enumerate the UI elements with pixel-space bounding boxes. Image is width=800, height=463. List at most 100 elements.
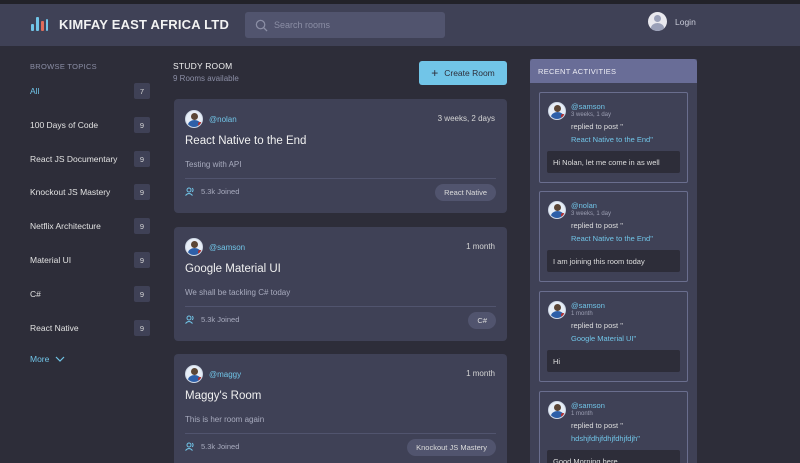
host-username: @samson	[209, 242, 246, 252]
room-time: 3 weeks, 2 days	[437, 114, 495, 123]
room-name[interactable]: Maggy's Room	[185, 390, 261, 402]
room-name[interactable]: React Native to the End	[185, 135, 306, 147]
topic-name: All	[30, 86, 40, 96]
activity-message: Good Morning here	[547, 450, 680, 463]
activity-action: replied to post "	[571, 321, 623, 330]
topic-item-csharp[interactable]: C# 9	[30, 285, 150, 303]
avatar	[185, 365, 203, 383]
room-host[interactable]: @maggy	[185, 365, 241, 383]
room-participants: 5.3k Joined	[185, 187, 239, 196]
users-icon	[185, 187, 194, 196]
room-description: This is her room again	[185, 415, 265, 424]
room-card[interactable]: @nolan 3 weeks, 2 days React Native to t…	[174, 99, 507, 213]
topic-count-badge: 9	[134, 218, 150, 234]
topic-count-badge: 9	[134, 117, 150, 133]
more-label: More	[30, 354, 50, 364]
activity-time: 3 weeks, 1 day	[571, 112, 612, 118]
divider	[185, 433, 496, 434]
activity-item: @nolan 3 weeks, 1 day replied to post " …	[539, 191, 688, 282]
room-description: We shall be tackling C# today	[185, 288, 291, 297]
study-room-heading: STUDY ROOM	[173, 61, 233, 71]
search-bar[interactable]	[245, 12, 445, 38]
avatar[interactable]	[548, 201, 566, 219]
topic-count-badge: 7	[134, 83, 150, 99]
topic-name: C#	[30, 289, 41, 299]
activity-message: I am joining this room today	[547, 250, 680, 272]
activity-username[interactable]: @nolan	[571, 201, 597, 210]
recent-activities-panel: RECENT ACTIVITIES @samson 3 weeks, 1 day…	[530, 59, 697, 463]
topic-name: 100 Days of Code	[30, 120, 99, 130]
room-host[interactable]: @samson	[185, 238, 245, 256]
room-participants: 5.3k Joined	[185, 442, 239, 451]
room-card[interactable]: @maggy 1 month Maggy's Room This is her …	[174, 354, 507, 463]
room-topic-tag[interactable]: Knockout JS Mastery	[407, 439, 496, 456]
room-name[interactable]: Google Material UI	[185, 263, 281, 275]
browse-topics-heading: BROWSE TOPICS	[30, 62, 97, 71]
activity-username[interactable]: @samson	[571, 401, 605, 410]
room-host[interactable]: @nolan	[185, 110, 237, 128]
users-icon	[185, 442, 194, 451]
room-card[interactable]: @samson 1 month Google Material UI We sh…	[174, 227, 507, 341]
activity-post-link[interactable]: React Native to the End"	[571, 234, 653, 243]
host-username: @nolan	[209, 114, 237, 124]
topic-name: React JS Documentary	[30, 154, 118, 164]
avatar[interactable]	[548, 301, 566, 319]
topic-count-badge: 9	[134, 286, 150, 302]
activity-message: Hi	[547, 350, 680, 372]
avatar	[185, 110, 203, 128]
topic-count-badge: 9	[134, 320, 150, 336]
activity-message: Hi Nolan, let me come in as well	[547, 151, 680, 173]
divider	[185, 178, 496, 179]
topic-item-netflix-architecture[interactable]: Netflix Architecture 9	[30, 217, 150, 235]
joined-count: 5.3k Joined	[201, 187, 240, 196]
activity-username[interactable]: @samson	[571, 102, 605, 111]
activity-post-link[interactable]: React Native to the End"	[571, 135, 653, 144]
topic-item-100-days-of-code[interactable]: 100 Days of Code 9	[30, 116, 150, 134]
topic-item-material-ui[interactable]: Material UI 9	[30, 251, 150, 269]
topic-item-react-native[interactable]: React Native 9	[30, 319, 150, 337]
topic-count-badge: 9	[134, 151, 150, 167]
divider	[185, 306, 496, 307]
chevron-down-icon	[55, 356, 65, 362]
search-icon	[255, 19, 268, 32]
more-topics-button[interactable]: More	[30, 354, 65, 364]
activity-time: 1 month	[571, 411, 593, 417]
create-room-label: Create Room	[444, 68, 495, 78]
room-topic-tag[interactable]: React Native	[435, 184, 496, 201]
topic-name: Netflix Architecture	[30, 221, 101, 231]
activity-item: @samson 1 month replied to post " hdshjf…	[539, 391, 688, 463]
room-time: 1 month	[466, 242, 495, 251]
search-input[interactable]	[274, 20, 434, 30]
plus-icon: +	[431, 66, 439, 80]
topic-count-badge: 9	[134, 252, 150, 268]
activity-post-link[interactable]: hdshjfdhjfdhjfdhjfdjh"	[571, 434, 640, 443]
brand-name[interactable]: KIMFAY EAST AFRICA LTD	[59, 17, 229, 32]
topic-item-react-js-documentary[interactable]: React JS Documentary 9	[30, 150, 150, 168]
avatar[interactable]	[548, 102, 566, 120]
topic-item-all[interactable]: All 7	[30, 82, 150, 100]
activity-time: 1 month	[571, 311, 593, 317]
topic-name: React Native	[30, 323, 79, 333]
avatar	[185, 238, 203, 256]
top-navbar: KIMFAY EAST AFRICA LTD Login	[0, 4, 800, 46]
avatar[interactable]	[548, 401, 566, 419]
room-topic-tag[interactable]: C#	[468, 312, 496, 329]
login-label: Login	[675, 16, 696, 27]
room-participants: 5.3k Joined	[185, 315, 239, 324]
rooms-available-count: 9 Rooms available	[173, 74, 239, 83]
activity-action: replied to post "	[571, 221, 623, 230]
login-link[interactable]: Login	[648, 12, 696, 31]
create-room-button[interactable]: + Create Room	[419, 61, 507, 85]
users-icon	[185, 315, 194, 324]
topic-item-knockout-js-mastery[interactable]: Knockout JS Mastery 9	[30, 183, 150, 201]
activity-time: 3 weeks, 1 day	[571, 211, 612, 217]
logo-icon[interactable]	[31, 17, 48, 31]
activity-username[interactable]: @samson	[571, 301, 605, 310]
activity-item: @samson 1 month replied to post " Google…	[539, 291, 688, 382]
joined-count: 5.3k Joined	[201, 442, 240, 451]
topic-count-badge: 9	[134, 184, 150, 200]
topic-name: Material UI	[30, 255, 72, 265]
activity-action: replied to post "	[571, 122, 623, 131]
room-description: Testing with API	[185, 160, 242, 169]
activity-post-link[interactable]: Google Material UI"	[571, 334, 636, 343]
